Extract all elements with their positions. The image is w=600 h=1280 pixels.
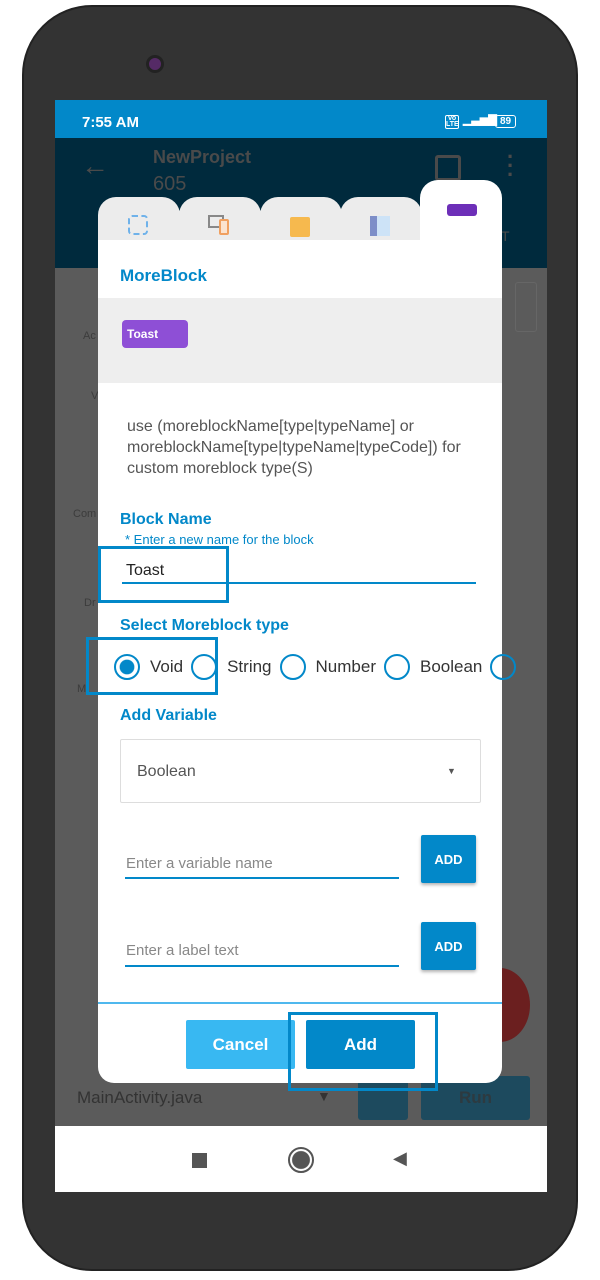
refresh-icon (128, 215, 148, 235)
type-label: Select Moreblock type (120, 617, 289, 634)
radio-label: Number (315, 657, 376, 676)
camera-icon (146, 55, 164, 73)
add-variable-label: Add Variable (120, 707, 217, 724)
label-text-input[interactable]: Enter a label text (126, 942, 239, 959)
back-arrow-icon[interactable]: ← (81, 150, 109, 182)
block-name-hint: * Enter a new name for the block (125, 532, 314, 547)
phone-icon (219, 219, 229, 235)
variable-type-select[interactable]: Boolean ▼ (120, 739, 481, 803)
variable-name-input[interactable]: Enter a variable name (126, 855, 273, 872)
save-icon[interactable] (435, 155, 461, 181)
radio-number[interactable] (279, 654, 306, 680)
more-options-icon[interactable]: · · · (507, 146, 514, 186)
background-field (515, 282, 537, 332)
radio-more[interactable] (490, 654, 517, 680)
navigation-bar: ◀ (55, 1126, 547, 1192)
cancel-button[interactable]: Cancel (186, 1020, 295, 1069)
label-text-underline (125, 965, 399, 967)
block-preview-area: Toast (98, 298, 502, 383)
highlight-void-radio (86, 637, 218, 695)
status-time: 7:55 AM (82, 114, 139, 131)
home-icon[interactable] (288, 1147, 314, 1173)
preview-block: Toast (122, 320, 188, 348)
dropdown-arrow-icon: ▼ (447, 766, 456, 776)
bg-sidebar-item: Ac (83, 330, 96, 342)
tab-partial: T (501, 228, 510, 244)
add-label-button[interactable]: ADD (421, 922, 476, 970)
volte-icon: Vo LTE (445, 115, 459, 129)
highlight-block-name (98, 546, 229, 603)
variable-type-value: Boolean (137, 763, 196, 780)
status-bar: 7:55 AM Vo LTE ▁▃▅▇ 89 (55, 100, 547, 138)
layout-icon (370, 216, 390, 236)
description-text: use (moreblockName[type|typeName] or mor… (127, 418, 461, 477)
radio-label: Boolean (419, 657, 483, 676)
recents-icon[interactable] (192, 1153, 207, 1168)
divider (98, 1002, 502, 1004)
add-variable-button[interactable]: ADD (421, 835, 476, 883)
bg-sidebar-item: M (77, 683, 87, 695)
bg-sidebar-item: Com (73, 508, 97, 520)
variable-name-underline (125, 877, 399, 879)
radio-boolean[interactable] (383, 654, 410, 680)
project-id: 605 (153, 173, 187, 195)
block-name-label: Block Name (120, 511, 212, 528)
dialog-title: MoreBlock (120, 266, 207, 285)
back-icon[interactable]: ◀ (393, 1148, 407, 1169)
project-title: NewProject (153, 147, 252, 167)
moreblock-icon (447, 204, 477, 216)
radio-label: String (227, 657, 272, 676)
box-icon (290, 217, 310, 237)
battery-icon: 89 (495, 115, 517, 128)
bg-sidebar-item: Dr (84, 597, 96, 609)
highlight-add-button (288, 1012, 438, 1091)
file-selector[interactable]: MainActivity.java (77, 1088, 202, 1108)
signal-icon: ▁▃▅▇ (463, 114, 497, 126)
